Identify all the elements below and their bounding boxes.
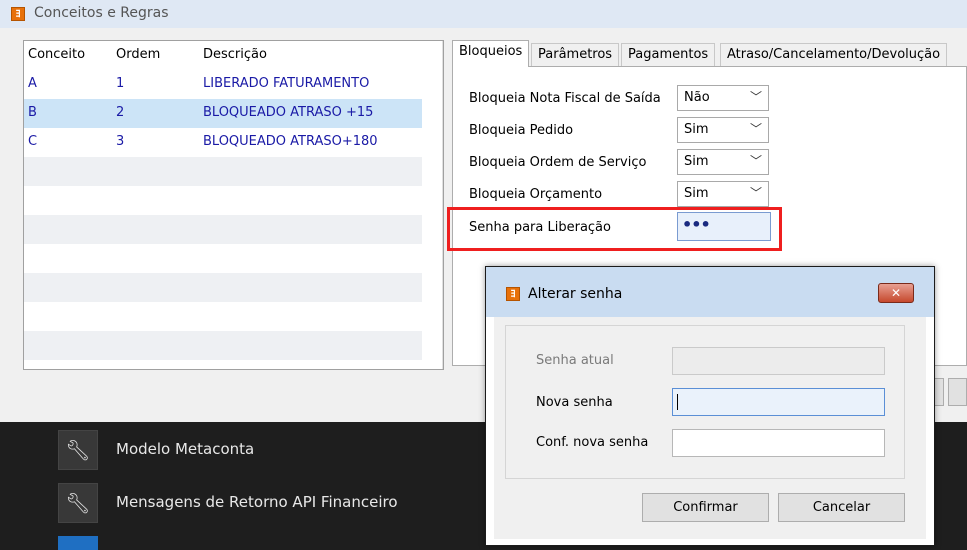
conceitos-grid[interactable]: Conceito Ordem Descrição A 1 LIBERADO FA…: [23, 40, 444, 370]
empty-row: [24, 215, 422, 244]
cell-descricao: BLOQUEADO ATRASO+180: [203, 134, 378, 149]
highlight-box: [447, 207, 782, 251]
cell-ordem: 1: [116, 76, 125, 91]
tab-strip: Bloqueios Parâmetros Pagamentos Atraso/C…: [452, 40, 967, 67]
select-value: Sim: [684, 122, 709, 137]
label-bloqueia-orcamento: Bloqueia Orçamento: [469, 187, 603, 202]
select-value: Sim: [684, 186, 709, 201]
cell-conceito: B: [28, 105, 37, 120]
menu-item-label: Mensagens de Retorno API Financeiro: [116, 493, 398, 511]
select-bloqueia-ordem-servico[interactable]: Sim ﹀: [677, 149, 769, 175]
tab-atraso-cancelamento-devolucao[interactable]: Atraso/Cancelamento/Devolução: [720, 43, 948, 67]
select-value: Não: [684, 90, 710, 105]
partial-button[interactable]: [948, 378, 967, 406]
menu-item-label: Modelo Metaconta: [116, 440, 255, 458]
alterar-senha-dialog: ﾖ Alterar senha ✕ Senha atual Nova senha…: [485, 266, 935, 546]
app-logo-icon: ﾖ: [11, 7, 25, 21]
nova-senha-input[interactable]: [672, 388, 885, 416]
cell-ordem: 2: [116, 105, 125, 120]
chevron-down-icon: ﹀: [749, 122, 762, 136]
label-nova-senha: Nova senha: [536, 395, 613, 410]
tab-bloqueios[interactable]: Bloqueios: [452, 40, 530, 67]
empty-row: [24, 244, 422, 273]
empty-row: [24, 331, 422, 360]
window-title: Conceitos e Regras: [34, 5, 169, 21]
senha-atual-input: [672, 347, 885, 375]
dialog-titlebar: ﾖ Alterar senha ✕: [486, 267, 934, 317]
chevron-down-icon: ﹀: [749, 186, 762, 200]
app-logo-icon: ﾖ: [506, 287, 520, 301]
cell-conceito: C: [28, 134, 38, 149]
chevron-down-icon: ﹀: [749, 90, 762, 104]
label-bloqueia-pedido: Bloqueia Pedido: [469, 123, 574, 138]
select-bloqueia-pedido[interactable]: Sim ﹀: [677, 117, 769, 143]
empty-row: [24, 273, 422, 302]
table-row[interactable]: C 3 BLOQUEADO ATRASO+180: [24, 128, 422, 157]
window-titlebar: ﾖ Conceitos e Regras: [0, 0, 967, 28]
close-icon[interactable]: ✕: [878, 283, 914, 303]
tab-parametros[interactable]: Parâmetros: [531, 43, 620, 67]
grid-vertical-scrollbar[interactable]: ︿ ﹀: [442, 41, 443, 369]
grid-header-row: Conceito Ordem Descrição: [24, 41, 422, 70]
empty-row: [24, 186, 422, 215]
label-bloqueia-nota-fiscal: Bloqueia Nota Fiscal de Saída: [469, 91, 661, 106]
select-value: Sim: [684, 154, 709, 169]
text-caret: [677, 394, 678, 410]
empty-row: [24, 302, 422, 331]
cell-descricao: BLOQUEADO ATRASO +15: [203, 105, 374, 120]
cancelar-button-label: Cancelar: [812, 500, 871, 515]
chevron-down-icon: ﹀: [749, 154, 762, 168]
cell-descricao: LIBERADO FATURAMENTO: [203, 76, 370, 91]
confirmar-button-label: Confirmar: [673, 500, 738, 515]
column-header-descricao[interactable]: Descrição: [203, 47, 267, 62]
cell-ordem: 3: [116, 134, 125, 149]
label-conf-nova-senha: Conf. nova senha: [536, 435, 649, 450]
select-bloqueia-orcamento[interactable]: Sim ﹀: [677, 181, 769, 207]
wrench-icon: 🔧︎: [58, 430, 98, 470]
confirmar-button[interactable]: Confirmar: [642, 493, 769, 522]
select-bloqueia-nota-fiscal[interactable]: Não ﹀: [677, 85, 769, 111]
conf-nova-senha-input[interactable]: [672, 429, 885, 457]
wrench-icon: 🔧︎: [58, 483, 98, 523]
table-row[interactable]: A 1 LIBERADO FATURAMENTO: [24, 70, 422, 99]
column-header-ordem[interactable]: Ordem: [116, 47, 160, 62]
column-header-conceito[interactable]: Conceito: [28, 47, 85, 62]
dialog-title: Alterar senha: [528, 286, 623, 302]
table-row-selected[interactable]: B 2 BLOQUEADO ATRASO +15: [24, 99, 422, 128]
empty-row: [24, 157, 422, 186]
tab-pagamentos[interactable]: Pagamentos: [621, 43, 716, 67]
label-senha-atual: Senha atual: [536, 353, 614, 368]
cancelar-button[interactable]: Cancelar: [778, 493, 905, 522]
cell-conceito: A: [28, 76, 37, 91]
wrench-icon[interactable]: [58, 536, 98, 550]
label-bloqueia-ordem-servico: Bloqueia Ordem de Serviço: [469, 155, 647, 170]
